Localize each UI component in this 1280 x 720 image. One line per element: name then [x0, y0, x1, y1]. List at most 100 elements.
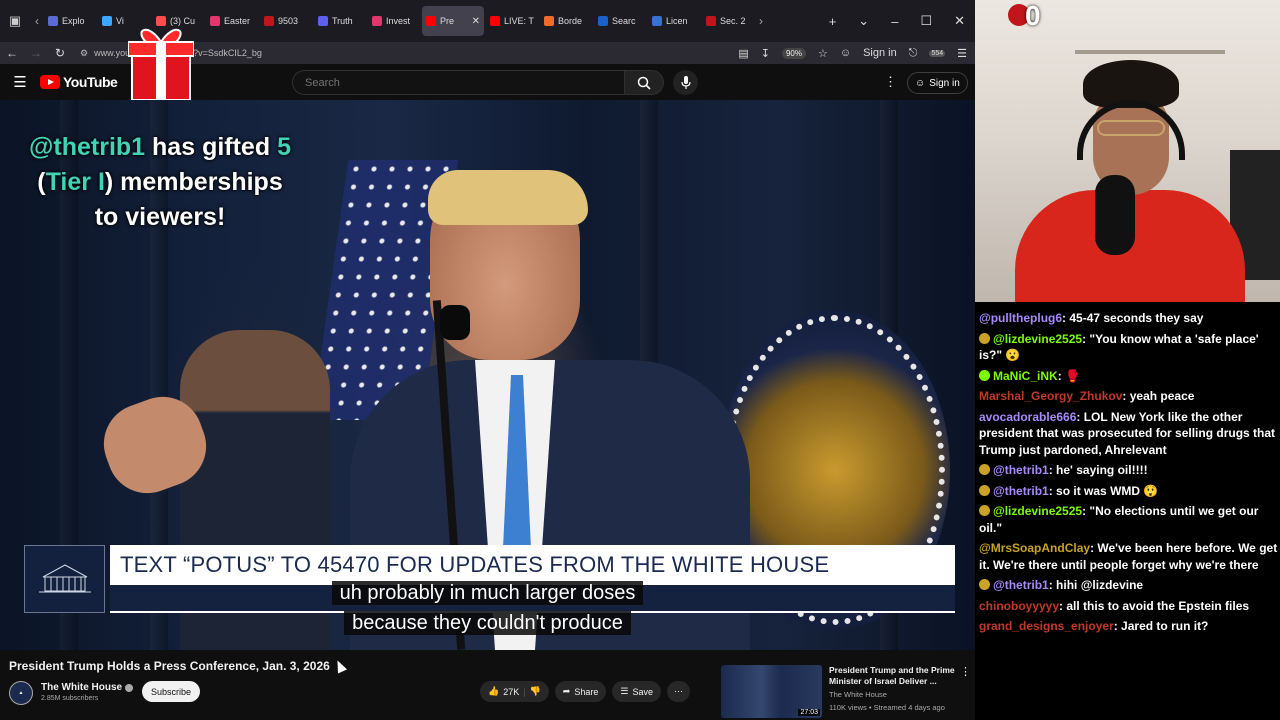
user-circle-icon: ☺ [915, 77, 926, 89]
settings-kebab-icon[interactable]: ⋮ [884, 74, 897, 90]
browser-tab[interactable]: Easter [206, 6, 258, 36]
browser-tab[interactable]: Searc [594, 6, 646, 36]
tab-label: Searc [612, 16, 636, 26]
video-title: President Trump Holds a Press Conference… [9, 659, 330, 673]
chat-username[interactable]: @lizdevine2525 [993, 332, 1082, 346]
chat-message: avocadorable666: LOL New York like the o… [979, 409, 1278, 459]
account-icon[interactable]: ☺ [840, 47, 851, 59]
share-button[interactable]: ➦ Share [554, 681, 607, 702]
youtube-logo[interactable]: YouTube [40, 74, 118, 90]
reader-view-icon[interactable]: ▤ [738, 47, 748, 60]
tab-list-icon[interactable]: ▣ [0, 0, 30, 42]
browser-tab[interactable]: Borde [540, 6, 592, 36]
chat-badge-icon [979, 369, 990, 381]
chat-badge-icon [979, 505, 990, 516]
more-actions-button[interactable]: ⋯ [666, 681, 690, 702]
subscriber-count: 2.85M subscribers [41, 695, 99, 702]
browser-tab[interactable]: Invest [368, 6, 420, 36]
webcam-counter: 0 [1025, 0, 1041, 31]
chat-text: : 45-47 seconds they say [1062, 311, 1204, 325]
browser-tab[interactable]: Truth [314, 6, 366, 36]
browser-tab[interactable]: Pre ✕ [422, 6, 484, 36]
bookmark-star-icon[interactable]: ☆ [818, 47, 828, 60]
gift-open: ( [37, 168, 46, 196]
recommended-title[interactable]: President Trump and the Prime Minister o… [829, 665, 957, 687]
guide-menu-icon[interactable]: ☰ [0, 73, 40, 91]
caption-text-1: uh probably in much larger doses [331, 581, 644, 605]
youtube-signin-label: Sign in [929, 77, 960, 89]
channel-name-row[interactable]: The White House [41, 682, 134, 693]
back-icon[interactable]: ← [0, 46, 24, 60]
tab-overflow-icon[interactable]: ⌄ [858, 13, 869, 29]
download-icon[interactable]: ↧ [761, 47, 770, 60]
tab-scroll-right-icon[interactable]: › [754, 14, 768, 28]
forward-icon[interactable]: → [24, 46, 48, 60]
chat-username[interactable]: @thetrib1 [993, 484, 1049, 498]
search-button[interactable] [624, 70, 664, 95]
recommended-channel[interactable]: The White House [829, 690, 887, 699]
zoom-level[interactable]: 90% [781, 47, 806, 59]
site-info-icon[interactable]: ⚙ [80, 48, 88, 59]
save-button[interactable]: ☰ Save [612, 681, 661, 702]
browser-tab[interactable]: Licen [648, 6, 700, 36]
chat-username[interactable]: @lizdevine2525 [993, 504, 1082, 518]
video-info: President Trump Holds a Press Conference… [0, 650, 975, 720]
reload-icon[interactable]: ↻ [48, 46, 72, 60]
chat-username[interactable]: chinoboyyyyy [979, 599, 1059, 613]
chat-username[interactable]: @MrsSoapAndClay [979, 541, 1090, 555]
search-input[interactable] [292, 70, 624, 95]
recommended-thumbnail[interactable]: 27:03 [721, 665, 822, 718]
youtube-signin-button[interactable]: ☺ Sign in [907, 72, 968, 94]
chat-text: : 🥊 [1057, 368, 1080, 383]
chat-message: Marshal_Georgy_Zhukov: yeah peace [979, 388, 1278, 405]
thumbs-down-icon[interactable]: 👎 [530, 686, 541, 697]
close-window-icon[interactable]: ✕ [954, 13, 965, 29]
youtube-play-icon [40, 75, 60, 89]
chat-username[interactable]: Marshal_Georgy_Zhukov [979, 389, 1122, 403]
chat-username[interactable]: @thetrib1 [993, 578, 1049, 592]
chat-username[interactable]: @pulltheplug6 [979, 311, 1062, 325]
chat-username[interactable]: grand_designs_enjoyer [979, 619, 1114, 633]
like-button[interactable]: 👍 27K | 👎 [480, 681, 549, 702]
new-tab-icon[interactable]: + [829, 14, 837, 29]
chat-text: : he' saying oil!!!! [1048, 463, 1148, 477]
tab-favicon-icon [210, 16, 220, 26]
browser-tab[interactable]: Sec. 2 [702, 6, 754, 36]
browser-tab[interactable]: LIVE: T [486, 6, 538, 36]
browser-tab[interactable]: Explo [44, 6, 96, 36]
channel-name[interactable]: The White House [41, 682, 122, 693]
recommended-menu-icon[interactable]: ⋮ [960, 665, 971, 678]
tab-label: Truth [332, 16, 353, 26]
tab-label: Pre [440, 16, 455, 26]
chat-username[interactable]: MaNiC_iNK [993, 369, 1058, 383]
browser-signin-label[interactable]: Sign in [863, 47, 897, 59]
chat-message: @MrsSoapAndClay: We've been here before.… [979, 540, 1278, 573]
streamer-webcam [975, 0, 1280, 302]
voice-search-button[interactable] [673, 70, 698, 95]
streamer [1015, 60, 1245, 302]
chat-username[interactable]: @thetrib1 [993, 463, 1049, 477]
browser-tab[interactable]: 9503 [260, 6, 312, 36]
maximize-icon[interactable]: ☐ [920, 13, 932, 29]
minimize-icon[interactable]: – [891, 14, 898, 29]
chat-username[interactable]: avocadorable666 [979, 410, 1076, 424]
caption-line-1: uh probably in much larger doses [0, 581, 975, 605]
chat-text: : Jared to run it? [1113, 619, 1209, 633]
caption-text-2: because they couldn't produce [344, 611, 631, 635]
chat-message: @lizdevine2525: "No elections until we g… [979, 503, 1278, 536]
tab-favicon-icon [598, 16, 608, 26]
tab-scroll-left-icon[interactable]: ‹ [30, 14, 44, 28]
subscribe-button[interactable]: Subscribe [142, 681, 200, 702]
tab-label: Vi [116, 16, 124, 26]
extensions-icon[interactable]: ⎋ [909, 47, 918, 60]
action-bar: 👍 27K | 👎 ➦ Share ☰ Save ⋯ [480, 681, 690, 702]
tab-close-icon[interactable]: ✕ [472, 16, 480, 27]
chat-message: @thetrib1: he' saying oil!!!! [979, 462, 1278, 479]
chat-message: @thetrib1: hihi @lizdevine [979, 577, 1278, 594]
channel-avatar[interactable]: ▲ [9, 681, 33, 705]
tab-favicon-icon [426, 16, 436, 26]
tab-bar-controls: + ⌄ – ☐ ✕ [829, 13, 975, 29]
search-icon [637, 76, 651, 90]
browser-menu-icon[interactable]: ☰ [957, 47, 967, 60]
chat-message: MaNiC_iNK: 🥊 [979, 368, 1278, 385]
